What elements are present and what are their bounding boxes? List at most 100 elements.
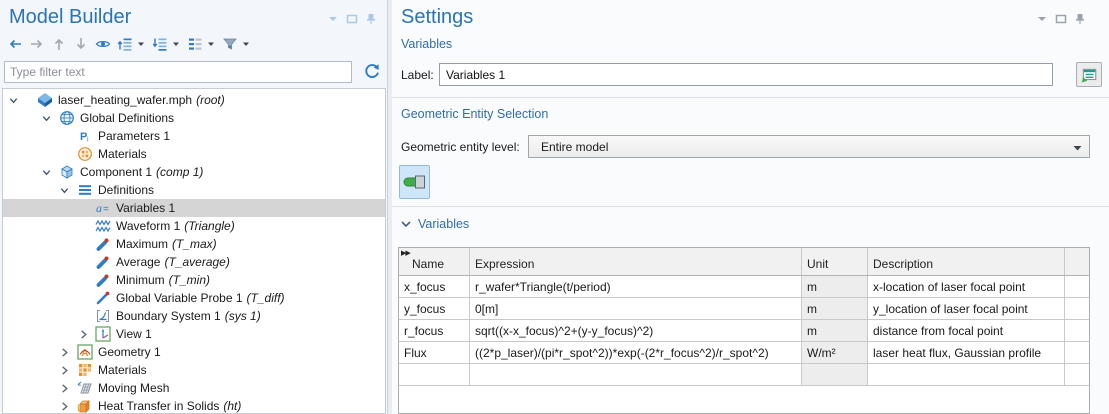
cell-expression-row5[interactable] <box>470 364 802 385</box>
chevron-expanded-icon[interactable] <box>40 166 52 178</box>
cell-expression-row2[interactable]: 0[m] <box>470 298 802 319</box>
tree-item-laser-heating-wafer-mph[interactable]: laser_heating_wafer.mph(root) <box>3 91 385 109</box>
cell-name-row2[interactable]: y_focus <box>399 298 470 319</box>
model-builder-panel-controls <box>327 13 377 25</box>
cell-expression-row4[interactable]: ((2*p_laser)/(pi*r_spot^2))*exp(-(2*r_fo… <box>470 342 802 363</box>
settings-subtitle: Variables <box>401 37 452 51</box>
cell-name-row3[interactable]: r_focus <box>399 320 470 341</box>
expand-all-icon[interactable] <box>150 34 170 54</box>
chevron-placeholder <box>77 220 89 232</box>
expand-all-dropdown-caret-icon[interactable] <box>172 34 182 54</box>
cell-description-row1[interactable]: x-location of laser focal point <box>868 276 1065 297</box>
pin-icon[interactable] <box>365 13 377 25</box>
tree-item-tag: (ht) <box>223 399 241 413</box>
panel-menu-icon[interactable] <box>1036 13 1048 25</box>
tree-item-label: Maximum <box>116 237 168 251</box>
node-text-dropdown-caret-icon[interactable] <box>207 34 217 54</box>
cell-description-row5[interactable] <box>868 364 1065 385</box>
tree-item-label: Moving Mesh <box>98 381 169 395</box>
cell-unit-row5 <box>802 364 868 385</box>
indent <box>3 136 58 137</box>
chevron-placeholder <box>77 274 89 286</box>
cell-name-row4[interactable]: Flux <box>399 342 470 363</box>
materials-icon <box>77 362 93 378</box>
chevron-expanded-icon[interactable] <box>7 94 19 106</box>
tree-item-component-1[interactable]: Component 1(comp 1) <box>3 163 385 181</box>
variables-table: ▶▶NameExpressionUnitDescriptionx_focusr_… <box>398 247 1090 414</box>
geometric-entity-level-select[interactable]: Entire model <box>528 135 1090 158</box>
chevron-collapsed-icon[interactable] <box>58 382 70 394</box>
tree-item-geometry-1[interactable]: AGeometry 1 <box>3 343 385 361</box>
label-input[interactable] <box>439 63 1053 86</box>
chevron-expanded-icon[interactable] <box>40 112 52 124</box>
active-selection-toggle-button[interactable] <box>399 165 430 199</box>
forward-icon[interactable] <box>27 34 47 54</box>
tree-item-boundary-system-1[interactable]: Boundary System 1(sys 1) <box>3 307 385 325</box>
tree-item-variables-1[interactable]: a=Variables 1 <box>3 199 385 217</box>
tree-item-view-1[interactable]: View 1 <box>3 325 385 343</box>
cell-name-row5[interactable] <box>399 364 470 385</box>
tree-item-materials[interactable]: Materials <box>3 145 385 163</box>
tree-item-label: Heat Transfer in Solids <box>98 399 219 413</box>
tree-item-tag: (T_average) <box>164 255 229 269</box>
geometry-icon: A <box>77 344 93 360</box>
definitions-icon <box>77 182 93 198</box>
variables-section-header[interactable]: Variables <box>392 215 469 233</box>
chevron-collapsed-icon[interactable] <box>77 328 89 340</box>
table-row: x_focusr_wafer*Triangle(t/period)mx-loca… <box>399 276 1089 298</box>
cell-name-row1[interactable]: x_focus <box>399 276 470 297</box>
chevron-expanded-icon[interactable] <box>58 184 70 196</box>
chevron-collapsed-icon[interactable] <box>58 400 70 412</box>
up-icon[interactable] <box>49 34 69 54</box>
collapse-all-dropdown-caret-icon[interactable] <box>137 34 147 54</box>
tree-item-materials[interactable]: Materials <box>3 361 385 379</box>
float-panel-icon[interactable] <box>346 13 358 25</box>
tree-item-global-variable-probe-1[interactable]: Global Variable Probe 1(T_diff) <box>3 289 385 307</box>
float-panel-icon[interactable] <box>1055 13 1067 25</box>
tree-item-average[interactable]: Average(T_average) <box>3 253 385 271</box>
panel-menu-icon[interactable] <box>327 13 339 25</box>
probe-icon <box>95 272 111 288</box>
down-icon[interactable] <box>71 34 91 54</box>
indent <box>70 136 75 137</box>
cell-description-row3[interactable]: distance from focal point <box>868 320 1065 341</box>
chevron-collapsed-icon[interactable] <box>58 364 70 376</box>
tree-item-label: Global Variable Probe 1 <box>116 291 243 305</box>
chevron-placeholder <box>58 130 70 142</box>
back-icon[interactable] <box>5 34 25 54</box>
view-icon <box>95 326 111 342</box>
tree-item-heat-transfer-in-solids[interactable]: Heat Transfer in Solids (ht) <box>3 397 385 414</box>
tree-item-definitions[interactable]: Definitions <box>3 181 385 199</box>
tree-item-label: Variables 1 <box>116 201 175 215</box>
cell-unit-row1: m <box>802 276 868 297</box>
show-icon[interactable] <box>93 34 113 54</box>
tree-item-moving-mesh[interactable]: Moving Mesh <box>3 379 385 397</box>
refresh-icon[interactable] <box>363 63 381 81</box>
cell-description-row2[interactable]: y_location of laser focal point <box>868 298 1065 319</box>
cell-extra-row4 <box>1065 342 1089 363</box>
collapse-all-icon[interactable] <box>115 34 135 54</box>
geometric-entity-level-value: Entire model <box>541 140 608 154</box>
tree-item-waveform-1[interactable]: Waveform 1(Triangle) <box>3 217 385 235</box>
indent <box>3 226 77 227</box>
filter-row <box>4 61 383 84</box>
indent <box>3 244 77 245</box>
indent <box>89 298 93 299</box>
indent <box>3 154 58 155</box>
chevron-collapsed-icon[interactable] <box>58 346 70 358</box>
tree-item-parameters-1[interactable]: PiParameters 1 <box>3 127 385 145</box>
tree-item-maximum[interactable]: Maximum(T_max) <box>3 235 385 253</box>
show-selection-panel-button[interactable] <box>1076 62 1102 87</box>
tree-item-global-definitions[interactable]: Global Definitions <box>3 109 385 127</box>
cell-expression-row1[interactable]: r_wafer*Triangle(t/period) <box>470 276 802 297</box>
indent <box>70 406 75 407</box>
node-text-icon[interactable] <box>185 34 205 54</box>
svg-text:A: A <box>81 348 88 359</box>
pin-icon[interactable] <box>1074 13 1086 25</box>
filter-icon[interactable] <box>220 34 240 54</box>
tree-filter-input[interactable] <box>4 61 352 83</box>
filter-dropdown-caret-icon[interactable] <box>242 34 252 54</box>
cell-description-row4[interactable]: laser heat flux, Gaussian profile <box>868 342 1065 363</box>
tree-item-minimum[interactable]: Minimum(T_min) <box>3 271 385 289</box>
cell-expression-row3[interactable]: sqrt((x-x_focus)^2+(y-y_focus)^2) <box>470 320 802 341</box>
